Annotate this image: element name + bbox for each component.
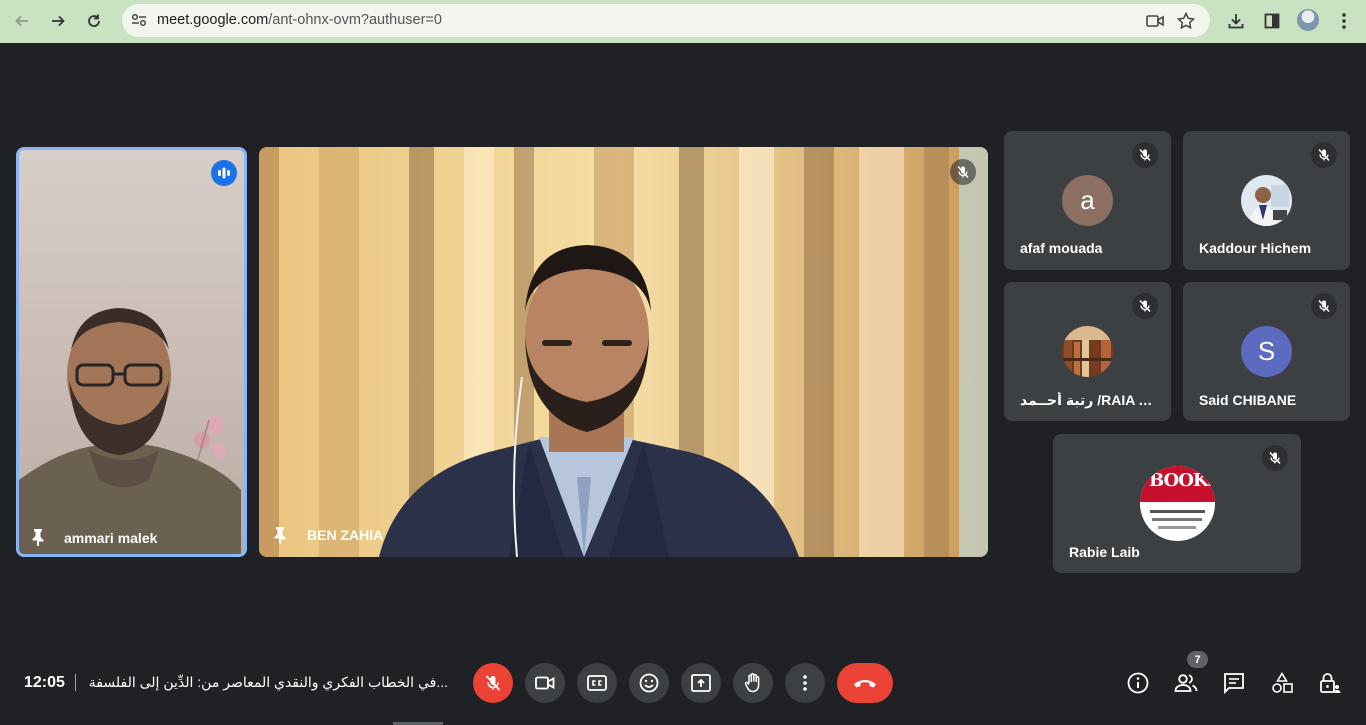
video-tile-said-chibane[interactable]: S Said CHIBANE [1183,282,1350,421]
participant-video-ben-zahia [259,147,988,557]
host-controls-button[interactable] [1317,670,1343,696]
activities-button[interactable] [1269,670,1295,696]
video-tile-ben-zahia[interactable]: BEN ZAHIA [259,147,988,557]
speaking-indicator-icon [211,160,237,186]
participant-name: Rabie Laib [1069,544,1140,560]
profile-avatar[interactable] [1297,9,1319,31]
bookmark-star-icon[interactable] [1175,11,1197,31]
raise-hand-button[interactable] [733,663,773,703]
chat-button[interactable] [1221,670,1247,696]
activities-icon [1272,672,1293,693]
more-options-button[interactable] [785,663,825,703]
pin-icon[interactable] [31,528,45,551]
participant-count-badge: 7 [1187,651,1208,668]
avatar [1062,326,1113,377]
side-panel-icon[interactable] [1260,9,1284,33]
avatar: BOOKS [1140,466,1215,541]
closed-captions-icon [587,675,607,691]
avatar [1241,175,1292,226]
avatar: a [1062,175,1113,226]
participant-name: رتبة أحــمد /RAIA AH... [1020,392,1160,408]
video-tile-kaddour-hichem[interactable]: Kaddour Hichem [1183,131,1350,270]
participant-name: Kaddour Hichem [1199,240,1312,256]
back-arrow-icon[interactable] [8,7,36,35]
chrome-menu-icon[interactable] [1332,9,1356,33]
participant-name: afaf mouada [1020,240,1103,256]
video-tile-afaf-mouada[interactable]: a afaf mouada [1004,131,1171,270]
mic-off-icon [1311,293,1337,319]
camera-in-use-icon[interactable] [1144,11,1166,31]
participant-name: Said CHIBANE [1199,392,1297,408]
site-settings-icon[interactable] [130,12,148,33]
captions-button[interactable] [577,663,617,703]
forward-arrow-icon[interactable] [44,7,72,35]
emoji-reactions-button[interactable] [629,663,669,703]
info-icon [1127,672,1149,694]
reload-icon[interactable] [80,7,108,35]
download-icon[interactable] [1224,9,1248,33]
lock-person-icon [1320,673,1341,693]
people-button[interactable] [1173,670,1199,696]
call-end-icon [854,680,876,688]
pin-icon[interactable] [273,526,287,549]
present-to-all-icon [691,674,711,692]
meeting-title: ...في الخطاب الفكري والنقدي المعاصر من: … [88,674,448,690]
emoji-icon [639,673,659,693]
meeting-details-button[interactable] [1125,670,1151,696]
address-bar[interactable]: meet.google.com/ant-ohnx-ovm?authuser=0 [122,4,1210,37]
participant-name: BEN ZAHIA [307,527,384,543]
present-screen-button[interactable] [681,663,721,703]
participant-video-ammari-malek [19,308,241,554]
mic-off-icon [485,675,501,691]
url-text: meet.google.com/ant-ohnx-ovm?authuser=0 [157,12,442,28]
browser-toolbar: meet.google.com/ant-ohnx-ovm?authuser=0 [0,0,1366,43]
camera-toggle-button[interactable] [525,663,565,703]
mic-off-icon [1132,142,1158,168]
more-vert-icon [803,675,807,691]
mic-off-icon [950,159,976,185]
people-icon [1174,674,1198,692]
videocam-icon [535,676,555,690]
leave-call-button[interactable] [837,663,893,703]
chat-icon [1224,673,1244,694]
mic-off-icon [1311,142,1337,168]
mic-toggle-button[interactable] [473,663,513,703]
video-tile-rabie-laib[interactable]: BOOKS Rabie Laib [1053,434,1301,573]
video-tile-ammari-malek[interactable]: ammari malek [16,147,247,557]
mic-off-icon [1132,293,1158,319]
mic-off-icon [1262,445,1288,471]
participant-name: ammari malek [64,530,158,546]
avatar: S [1241,326,1292,377]
video-tile-raia-ah[interactable]: رتبة أحــمد /RAIA AH... [1004,282,1171,421]
clock: 12:05 [24,674,65,691]
divider [75,674,76,691]
hand-icon [744,673,760,693]
